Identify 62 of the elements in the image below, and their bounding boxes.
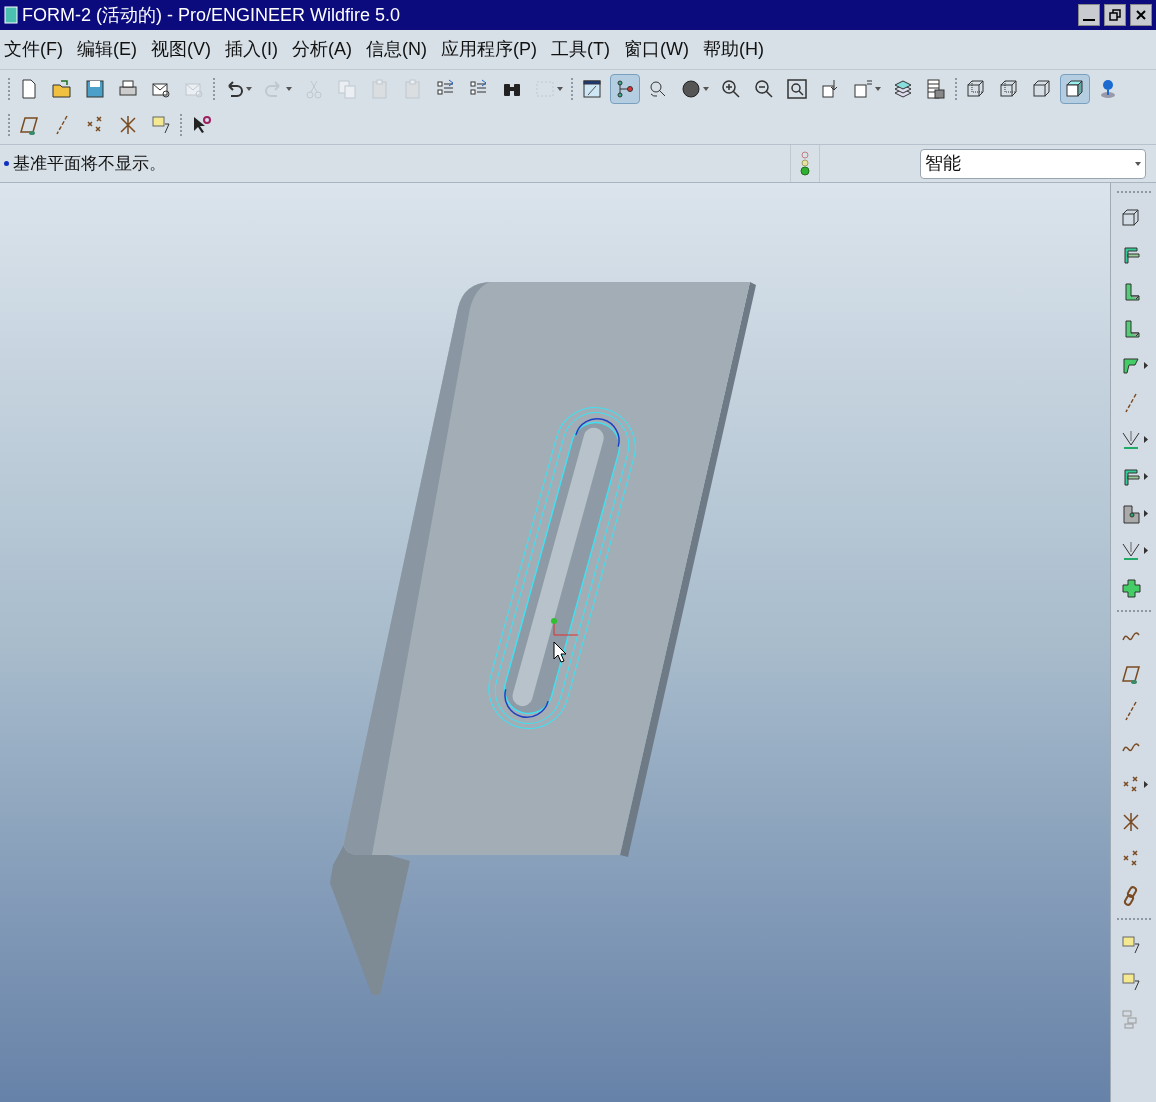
- zoom-fit-icon: [786, 78, 808, 100]
- bullet-icon: [4, 161, 9, 166]
- caret-icon: [875, 87, 881, 91]
- minimize-button[interactable]: [1078, 4, 1100, 26]
- flyout-icon: [1143, 436, 1148, 443]
- toolbar-button[interactable]: [1060, 74, 1090, 104]
- caret-icon: [246, 87, 252, 91]
- box-label-icon: [852, 78, 874, 100]
- flyout-icon: [1143, 510, 1148, 517]
- menu-item[interactable]: 信息(N): [366, 36, 427, 63]
- scissors-icon: [303, 78, 325, 100]
- cross-shape-icon: [1119, 576, 1142, 599]
- wireframe-cube-icon: [998, 78, 1020, 100]
- note-icon: [1119, 970, 1142, 993]
- plane-icon: [18, 114, 40, 136]
- flyout-icon: [1143, 781, 1148, 788]
- menu-item[interactable]: 窗口(W): [623, 36, 689, 63]
- minimize-icon: [1083, 19, 1095, 21]
- menu-item[interactable]: 编辑(E): [77, 36, 137, 63]
- close-icon: [1135, 9, 1147, 21]
- caret-icon: [703, 87, 709, 91]
- dashed-box-icon: [534, 78, 556, 100]
- note-icon: [1119, 933, 1142, 956]
- zoom-out-icon: [753, 78, 775, 100]
- menu-item[interactable]: 文件(F): [4, 36, 63, 63]
- menu-item[interactable]: 分析(A): [292, 36, 352, 63]
- cube-icon: [1031, 78, 1053, 100]
- caret-icon: [286, 87, 292, 91]
- cube-icon: [1119, 206, 1142, 229]
- filter-dropdown[interactable]: 智能: [920, 148, 1146, 179]
- window-title: FORM-2 (活动的) - Pro/ENGINEER Wildfire 5.0: [22, 3, 401, 27]
- layers-icon: [892, 78, 914, 100]
- menu-item[interactable]: 插入(I): [225, 36, 278, 63]
- menu-item[interactable]: 视图(V): [151, 36, 211, 63]
- flyout-icon: [1143, 362, 1148, 369]
- copy-icon: [336, 78, 358, 100]
- table-camera-icon: [925, 78, 947, 100]
- flyout-icon: [1143, 473, 1148, 480]
- menu-item[interactable]: 应用程序(P): [441, 36, 537, 63]
- status-message: 基准平面将不显示。: [13, 152, 166, 175]
- window-icon: [581, 78, 603, 100]
- close-button[interactable]: [1130, 4, 1152, 26]
- mouse-cursor-icon: [553, 641, 567, 663]
- flyout-icon: [1143, 547, 1148, 554]
- shaded-cube-icon: [1064, 78, 1086, 100]
- coordinate-marker-icon: [548, 617, 580, 639]
- menu-item[interactable]: 工具(T): [551, 36, 610, 63]
- folder-icon: [51, 78, 73, 100]
- node-link-icon: [614, 78, 636, 100]
- app-icon: [4, 6, 18, 24]
- sphere-icon: [680, 78, 702, 100]
- wireframe-cube-icon: [965, 78, 987, 100]
- caret-icon: [1135, 161, 1141, 166]
- restore-button[interactable]: [1104, 4, 1126, 26]
- caret-icon: [557, 87, 563, 91]
- coordinate-system-icon: [117, 114, 139, 136]
- zoom-in-icon: [720, 78, 742, 100]
- traffic-light-icon: [800, 150, 810, 177]
- restore-icon: [1109, 9, 1121, 21]
- save-icon: [84, 78, 106, 100]
- note-icon: [150, 114, 172, 136]
- menu-item[interactable]: 帮助(H): [702, 36, 764, 63]
